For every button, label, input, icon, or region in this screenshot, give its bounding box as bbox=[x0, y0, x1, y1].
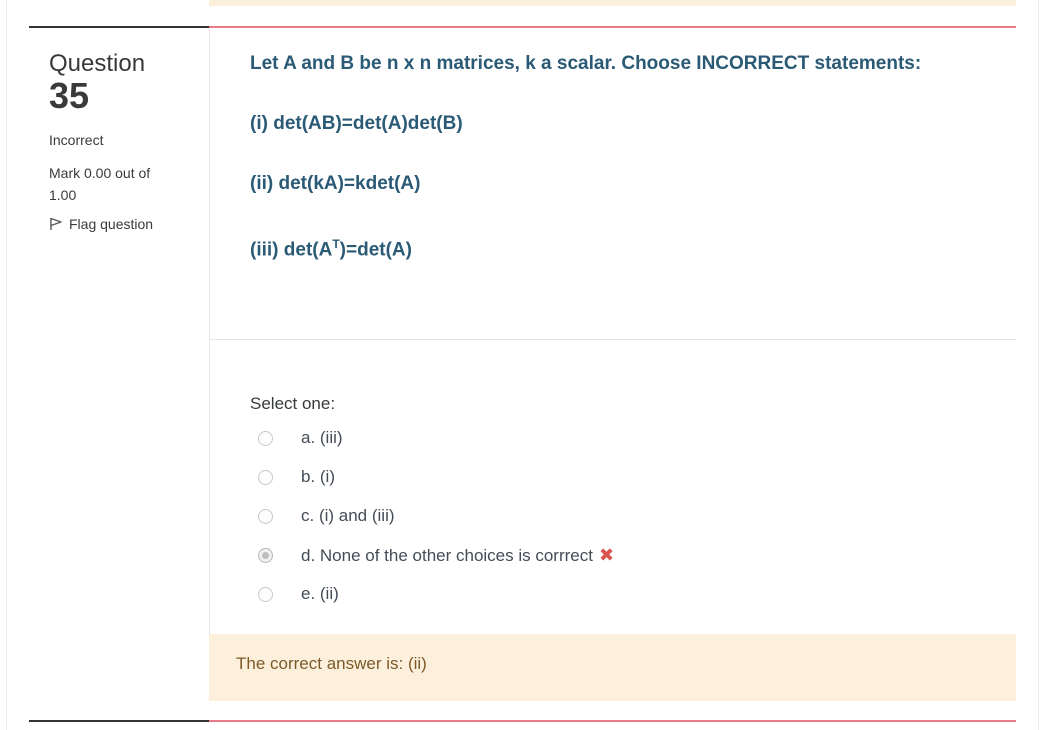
flag-question-label: Flag question bbox=[69, 216, 154, 232]
flag-question-button[interactable]: Flag question bbox=[49, 216, 199, 232]
option-e[interactable]: e. (ii) bbox=[250, 578, 990, 617]
option-b[interactable]: b. (i) bbox=[250, 461, 990, 500]
question-top-divider-dark bbox=[29, 26, 209, 28]
option-a-radio[interactable] bbox=[258, 431, 273, 446]
question-info-panel: Question 35 Incorrect Mark 0.00 out of 1… bbox=[49, 50, 199, 232]
statement-ii: (ii) det(kA)=kdet(A) bbox=[250, 173, 421, 194]
option-e-radio[interactable] bbox=[258, 587, 273, 602]
feedback-box: The correct answer is: (ii) bbox=[209, 634, 1016, 701]
option-d-label: d. None of the other choices is corrrect bbox=[301, 546, 593, 565]
flag-icon bbox=[49, 217, 63, 231]
option-c-label[interactable]: c. (i) and (iii) bbox=[301, 504, 395, 528]
option-a-label[interactable]: a. (iii) bbox=[301, 426, 343, 450]
content-left-border bbox=[209, 28, 210, 634]
option-d[interactable]: d. None of the other choices is corrrect… bbox=[250, 539, 990, 578]
question-answer-separator bbox=[209, 339, 1016, 340]
question-number: 35 bbox=[49, 75, 90, 116]
left-page-edge bbox=[6, 0, 7, 730]
option-e-label[interactable]: e. (ii) bbox=[301, 582, 339, 606]
statement-iii-end: )=det(A) bbox=[339, 239, 412, 261]
statement-iii: (iii) det(AT)=det(A) bbox=[250, 230, 990, 290]
question-state: Incorrect bbox=[49, 132, 104, 148]
statement-i: (i) det(AB)=det(A)det(B) bbox=[250, 113, 463, 134]
incorrect-cross-icon: ✖ bbox=[598, 545, 615, 565]
answer-block: Select one: a. (iii) b. (i) c. (i) and (… bbox=[250, 392, 990, 617]
question-top-divider-red bbox=[209, 26, 1016, 28]
question-grade: Mark 0.00 out of 1.00 bbox=[49, 165, 151, 203]
option-c[interactable]: c. (i) and (iii) bbox=[250, 500, 990, 539]
transpose-superscript: T bbox=[332, 237, 340, 251]
question-word: Question bbox=[49, 50, 146, 77]
statement-iii-start: (iii) det(A bbox=[250, 239, 333, 261]
correct-answer-text: The correct answer is: (ii) bbox=[236, 654, 427, 673]
right-page-edge bbox=[1038, 0, 1039, 730]
next-question-divider-red bbox=[209, 720, 1016, 722]
previous-question-feedback-strip bbox=[209, 0, 1016, 6]
next-question-divider-dark bbox=[29, 720, 209, 722]
option-d-radio-selected[interactable] bbox=[258, 548, 273, 563]
option-b-radio[interactable] bbox=[258, 470, 273, 485]
question-stem: Let A and B be n x n matrices, k a scala… bbox=[250, 53, 922, 74]
option-b-label[interactable]: b. (i) bbox=[301, 465, 335, 489]
option-a[interactable]: a. (iii) bbox=[250, 422, 990, 461]
select-one-prompt: Select one: bbox=[250, 394, 336, 413]
option-c-radio[interactable] bbox=[258, 509, 273, 524]
question-text: Let A and B be n x n matrices, k a scala… bbox=[250, 50, 990, 290]
option-d-label-wrapper[interactable]: d. None of the other choices is corrrect… bbox=[301, 543, 614, 568]
